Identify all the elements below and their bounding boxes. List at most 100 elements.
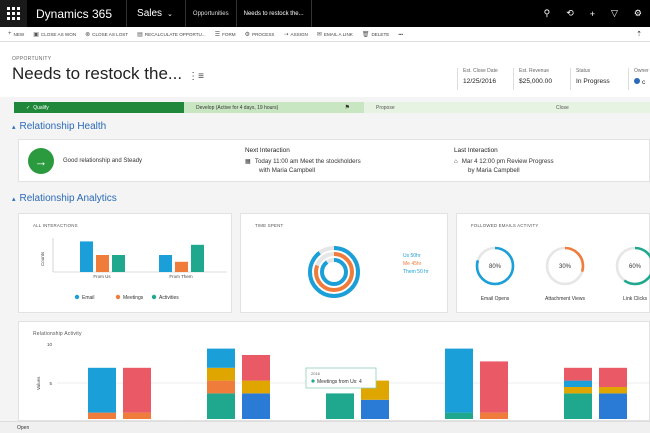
- app-name[interactable]: Dynamics 365: [36, 7, 112, 21]
- breadcrumb-opportunities[interactable]: Opportunities: [186, 11, 236, 17]
- next-interaction-contact: with Maria Campbell: [259, 167, 316, 174]
- activity-bar-segment-3-0-0[interactable]: [445, 412, 473, 419]
- legend-me: Me 45hr: [403, 261, 422, 267]
- activity-bar-segment-3-0-1[interactable]: [445, 348, 473, 413]
- activity-bar-segment-3-1-1[interactable]: [480, 361, 508, 413]
- command-label: CLOSE AS LOST: [92, 31, 129, 37]
- bar-activities-0[interactable]: [112, 255, 125, 272]
- legend-us: Us 50hr: [403, 253, 421, 259]
- bar-activities-1[interactable]: [191, 244, 204, 272]
- stage-qualify[interactable]: ✓ Qualify: [14, 102, 184, 113]
- ring-value-2: 60%: [629, 264, 642, 270]
- command-6[interactable]: ⇢ ASSIGN: [283, 31, 307, 38]
- status-bar: Open: [0, 421, 650, 433]
- activity-bar-segment-2-1-0[interactable]: [361, 399, 389, 419]
- command-5[interactable]: ⚙ PROCESS: [245, 31, 275, 38]
- activity-bar-segment-1-0-0[interactable]: [207, 393, 235, 419]
- meeting-icon: ⌂: [454, 158, 458, 165]
- breadcrumb-current[interactable]: Needs to restock the...: [237, 11, 311, 17]
- activity-bar-segment-1-1-0[interactable]: [242, 393, 270, 419]
- est-close-date-field[interactable]: Est. Close Date 12/25/2016: [457, 68, 498, 90]
- area-label: Sales: [137, 8, 163, 19]
- legend-marker-email: [74, 294, 80, 300]
- relationship-health-header[interactable]: ▴ Relationship Health: [12, 121, 106, 132]
- command-3[interactable]: ▤ RECALCULATE OPPORTU...: [137, 31, 206, 38]
- activity-bar-segment-1-0-3[interactable]: [207, 348, 235, 368]
- divider: [126, 0, 128, 27]
- gear-icon[interactable]: ⚙: [634, 8, 642, 19]
- command-icon: ⊗: [85, 31, 91, 38]
- activity-bar-segment-3-1-0[interactable]: [480, 412, 508, 419]
- activity-bar-segment-0-0-1[interactable]: [88, 367, 116, 413]
- app-launcher-icon[interactable]: [0, 0, 27, 27]
- bar-email-1[interactable]: [159, 255, 172, 272]
- activity-bar-segment-1-1-2[interactable]: [242, 355, 270, 381]
- ring-them[interactable]: [320, 258, 348, 286]
- caret-icon: ▴: [12, 195, 16, 203]
- command-icon: ☰: [214, 31, 221, 38]
- last-interaction: Last Interaction ⌂ Mar 4 12:00 pm Review …: [454, 147, 554, 174]
- stage-develop[interactable]: Develop (Active for 4 days, 19 hours) ⚑: [184, 102, 364, 113]
- activity-bar-segment-0-1-1[interactable]: [123, 367, 151, 413]
- activity-bar-segment-2-0-0[interactable]: [326, 393, 354, 419]
- activity-bar-segment-4-1-1[interactable]: [599, 387, 627, 394]
- owner-field[interactable]: Owner c: [628, 68, 649, 90]
- command-4[interactable]: ☰ FORM: [215, 31, 236, 38]
- command-label: CLOSE AS WON: [40, 31, 77, 37]
- activity-bar-segment-1-0-2[interactable]: [207, 367, 235, 381]
- activity-bar-segment-4-0-2[interactable]: [564, 380, 592, 387]
- activity-bar-segment-0-1-0[interactable]: [123, 412, 151, 419]
- command-label: PROCESS: [252, 31, 275, 37]
- all-interactions-chart: Counts From Us From Them Email Meetings …: [40, 238, 227, 301]
- command-icon: ▤: [137, 31, 143, 38]
- collapse-icon[interactable]: ⇡: [636, 30, 642, 38]
- email-opens-label: Email Opens: [481, 296, 510, 302]
- tooltip-value: Meetings from Us: 4: [317, 379, 362, 385]
- field-label: Est. Close Date: [463, 68, 498, 74]
- command-icon: +: [8, 31, 12, 37]
- bar-meetings-1[interactable]: [175, 261, 188, 272]
- record-status: Open: [17, 425, 30, 431]
- status-field[interactable]: Status In Progress: [570, 68, 610, 90]
- command-label: NEW: [13, 31, 25, 37]
- area-selector[interactable]: Sales ⌄: [137, 8, 173, 19]
- bar-meetings-0[interactable]: [96, 255, 109, 272]
- command-icon: ✉: [316, 31, 322, 38]
- stage-close[interactable]: Close: [544, 102, 650, 113]
- x-tick-label: From Us: [93, 274, 111, 279]
- y-axis-label: Values: [36, 376, 41, 390]
- caret-icon: ▴: [12, 123, 16, 131]
- activity-bar-segment-4-1-0[interactable]: [599, 393, 627, 419]
- arrow-right-icon: →: [28, 148, 54, 174]
- bar-email-0[interactable]: [80, 241, 93, 272]
- command-9[interactable]: •••: [398, 32, 403, 37]
- last-interaction-detail[interactable]: Mar 4 12:00 pm Review Progress: [462, 158, 554, 165]
- page-title: Needs to restock the... ⋮≡: [12, 64, 204, 84]
- next-interaction-detail[interactable]: Today 11:00 am Meet the stockholders: [255, 158, 361, 165]
- command-7[interactable]: ✉ EMAIL A LINK: [317, 31, 353, 38]
- filter-icon[interactable]: ▽: [611, 8, 618, 19]
- activity-bar-segment-1-1-1[interactable]: [242, 380, 270, 394]
- recent-icon[interactable]: ⟲: [566, 8, 574, 19]
- command-8[interactable]: 🗑 DELETE: [362, 31, 390, 38]
- stage-propose[interactable]: Propose: [364, 102, 544, 113]
- activity-bar-segment-0-0-0[interactable]: [88, 412, 116, 419]
- hierarchy-icon[interactable]: ⋮≡: [188, 71, 204, 82]
- command-0[interactable]: + NEW: [8, 31, 24, 37]
- avatar: [634, 78, 640, 84]
- est-revenue-field[interactable]: Est. Revenue $25,000.00: [513, 68, 552, 90]
- relationship-analytics-header[interactable]: ▴ Relationship Analytics: [12, 193, 117, 204]
- y-axis-label: Counts: [40, 251, 45, 266]
- last-interaction-contact: by Maria Campbell: [468, 167, 520, 174]
- activity-bar-segment-4-1-2[interactable]: [599, 367, 627, 387]
- command-2[interactable]: ⊗ CLOSE AS LOST: [85, 31, 128, 38]
- activity-bar-segment-1-0-1[interactable]: [207, 380, 235, 394]
- search-icon[interactable]: ⚲: [544, 8, 551, 19]
- checkmark-icon: ✓: [26, 104, 31, 111]
- plus-icon[interactable]: +: [590, 9, 595, 19]
- next-interaction-heading: Next Interaction: [245, 147, 290, 154]
- activity-bar-segment-4-0-3[interactable]: [564, 367, 592, 381]
- command-1[interactable]: ▣ CLOSE AS WON: [33, 31, 76, 38]
- activity-bar-segment-4-0-1[interactable]: [564, 387, 592, 394]
- activity-bar-segment-4-0-0[interactable]: [564, 393, 592, 419]
